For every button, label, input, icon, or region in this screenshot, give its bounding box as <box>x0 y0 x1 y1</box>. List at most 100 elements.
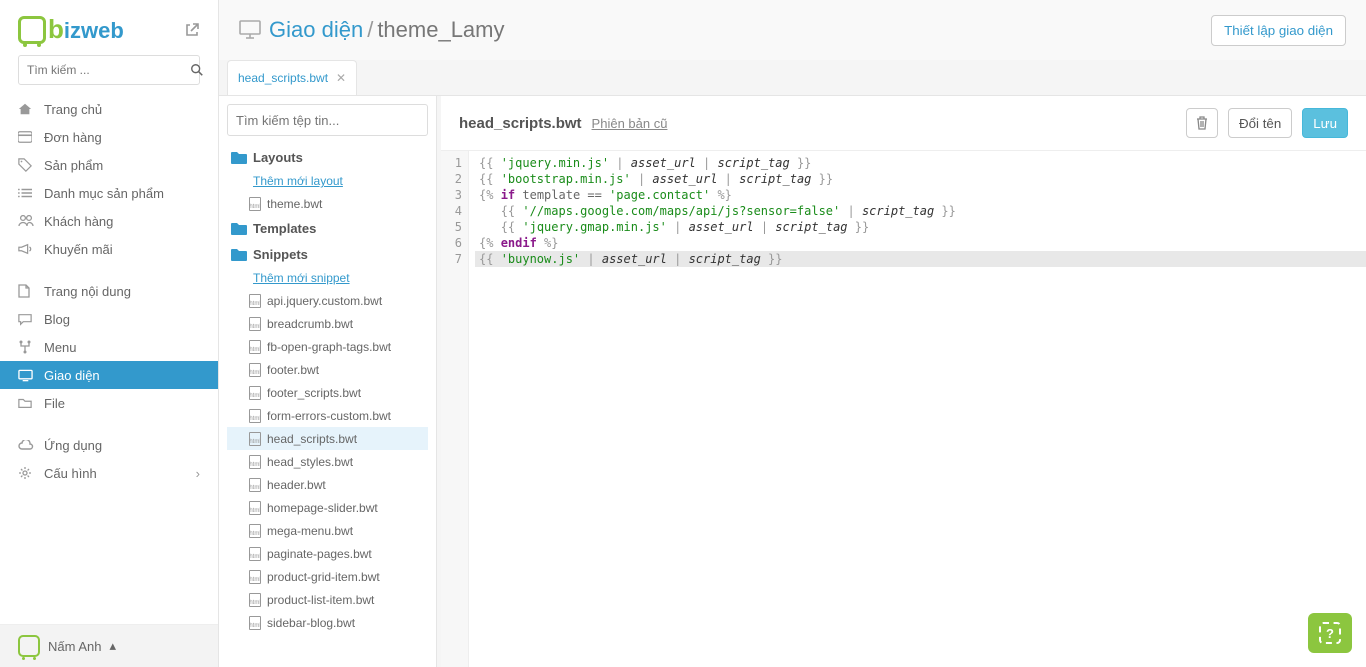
nav-đơn-hàng[interactable]: Đơn hàng <box>0 123 218 151</box>
horn-icon <box>18 243 44 255</box>
html-file-icon: html <box>249 478 261 492</box>
nav-blog[interactable]: Blog <box>0 305 218 333</box>
nav-label: File <box>44 396 65 411</box>
nav-label: Menu <box>44 340 77 355</box>
file-head_scripts-bwt[interactable]: htmlhead_scripts.bwt <box>227 427 428 450</box>
nav-label: Cấu hình <box>44 466 97 481</box>
file-header-bwt[interactable]: html header.bwt <box>227 473 428 496</box>
file-form-errors-custom-bwt[interactable]: htmlform-errors-custom.bwt <box>227 404 428 427</box>
file-label: theme.bwt <box>267 197 322 211</box>
file-api-jquery-custom-bwt[interactable]: htmlapi.jquery.custom.bwt <box>227 289 428 312</box>
file-paginate-pages-bwt[interactable]: html paginate-pages.bwt <box>227 542 428 565</box>
search-icon[interactable] <box>190 63 204 77</box>
file-label: form-errors-custom.bwt <box>267 409 391 423</box>
nav-label: Khách hàng <box>44 214 113 229</box>
save-button[interactable]: Lưu <box>1302 108 1348 138</box>
caret-up-icon: ▴ <box>109 638 116 654</box>
nav-trang-nội-dung[interactable]: Trang nội dung <box>0 277 218 305</box>
folder-layouts[interactable]: Layouts <box>227 144 428 170</box>
user-menu[interactable]: Nấm Anh ▴ <box>0 624 218 667</box>
delete-button[interactable] <box>1186 108 1218 138</box>
add-layouts-link[interactable]: Thêm mới layout <box>227 170 428 192</box>
tree-icon <box>18 340 44 354</box>
list-icon <box>18 187 44 199</box>
file-label: paginate-pages.bwt <box>267 547 372 561</box>
file-product-list-item-bwt[interactable]: htmlproduct-list-item.bwt <box>227 588 428 611</box>
nav-label: Giao diện <box>44 368 100 383</box>
users-icon <box>18 215 44 227</box>
nav-label: Ứng dụng <box>44 438 102 453</box>
file-search-input[interactable] <box>227 104 428 136</box>
breadcrumb-root[interactable]: Giao diện <box>269 17 363 43</box>
nav-danh-mục-sản-phẩm[interactable]: Danh mục sản phẩm <box>0 179 218 207</box>
html-file-icon: html <box>249 455 261 469</box>
html-file-icon: html <box>249 340 261 354</box>
nav-label: Sản phẩm <box>44 158 103 173</box>
nav-label: Trang chủ <box>44 102 102 117</box>
nav-sản-phẩm[interactable]: Sản phẩm <box>0 151 218 179</box>
file-label: footer_scripts.bwt <box>267 386 361 400</box>
close-icon[interactable]: ✕ <box>336 71 346 85</box>
open-external-icon[interactable] <box>184 22 200 38</box>
file-tree: LayoutsThêm mới layout html theme.bwt Templ… <box>219 96 437 667</box>
add-snippets-link[interactable]: Thêm mới snippet <box>227 267 428 289</box>
file-mega-menu-bwt[interactable]: htmlmega-menu.bwt <box>227 519 428 542</box>
file-homepage-slider-bwt[interactable]: html homepage-slider.bwt <box>227 496 428 519</box>
logo-text: izweb <box>64 18 124 44</box>
file-label: head_scripts.bwt <box>267 432 357 446</box>
html-file-icon: html <box>249 386 261 400</box>
help-icon: ? <box>1319 622 1341 644</box>
file-product-grid-item-bwt[interactable]: htmlproduct-grid-item.bwt <box>227 565 428 588</box>
monitor-icon <box>239 20 261 40</box>
logo[interactable]: bizweb <box>18 14 124 45</box>
nav-label: Danh mục sản phẩm <box>44 186 164 201</box>
file-fb-open-graph-tags-bwt[interactable]: html fb-open-graph-tags.bwt <box>227 335 428 358</box>
nav-cấu-hình[interactable]: Cấu hình› <box>0 459 218 487</box>
file-sidebar-blog-bwt[interactable]: htmlsidebar-blog.bwt <box>227 611 428 634</box>
file-label: product-grid-item.bwt <box>267 570 380 584</box>
file-label: header.bwt <box>267 478 326 492</box>
configure-theme-button[interactable]: Thiết lập giao diện <box>1211 15 1346 46</box>
file-footer_scripts-bwt[interactable]: html footer_scripts.bwt <box>227 381 428 404</box>
file-head_styles-bwt[interactable]: html head_styles.bwt <box>227 450 428 473</box>
old-version-link[interactable]: Phiên bản cũ <box>592 116 668 131</box>
html-file-icon: html <box>249 317 261 331</box>
global-search-input[interactable] <box>19 63 190 77</box>
nav-menu[interactable]: Menu <box>0 333 218 361</box>
folder-title: Snippets <box>253 247 308 262</box>
card-icon <box>18 131 44 143</box>
code-content[interactable]: {{ 'jquery.min.js' | asset_url | script_… <box>469 151 1366 667</box>
nav-file[interactable]: File <box>0 389 218 417</box>
file-label: head_styles.bwt <box>267 455 353 469</box>
file-label: mega-menu.bwt <box>267 524 353 538</box>
nav-giao-diện[interactable]: Giao diện <box>0 361 218 389</box>
file-breadcrumb-bwt[interactable]: html breadcrumb.bwt <box>227 312 428 335</box>
nav-ứng-dụng[interactable]: Ứng dụng <box>0 431 218 459</box>
nav-label: Blog <box>44 312 70 327</box>
html-file-icon: html <box>249 294 261 308</box>
file-theme-bwt[interactable]: html theme.bwt <box>227 192 428 215</box>
nav-label: Khuyến mãi <box>44 242 113 257</box>
nav-khuyến-mãi[interactable]: Khuyến mãi <box>0 235 218 263</box>
tab-head-scripts[interactable]: head_scripts.bwt ✕ <box>227 60 357 95</box>
global-search[interactable] <box>18 55 200 85</box>
rename-button[interactable]: Đổi tên <box>1228 108 1292 138</box>
help-widget[interactable]: ? <box>1308 613 1352 653</box>
home-icon <box>18 102 44 116</box>
html-file-icon: html <box>249 501 261 515</box>
folder-snippets[interactable]: Snippets <box>227 241 428 267</box>
folder-templates[interactable]: Templates <box>227 215 428 241</box>
html-file-icon: html <box>249 547 261 561</box>
file-label: homepage-slider.bwt <box>267 501 378 515</box>
gears-icon <box>18 466 44 480</box>
file-label: fb-open-graph-tags.bwt <box>267 340 391 354</box>
html-file-icon: html <box>249 197 261 211</box>
folder-icon <box>18 397 44 409</box>
file-footer-bwt[interactable]: htmlfooter.bwt <box>227 358 428 381</box>
nav-label: Trang nội dung <box>44 284 131 299</box>
nav-khách-hàng[interactable]: Khách hàng <box>0 207 218 235</box>
cloud-icon <box>18 440 44 451</box>
folder-icon <box>231 248 247 261</box>
file-label: breadcrumb.bwt <box>267 317 353 331</box>
nav-trang-chủ[interactable]: Trang chủ <box>0 95 218 123</box>
